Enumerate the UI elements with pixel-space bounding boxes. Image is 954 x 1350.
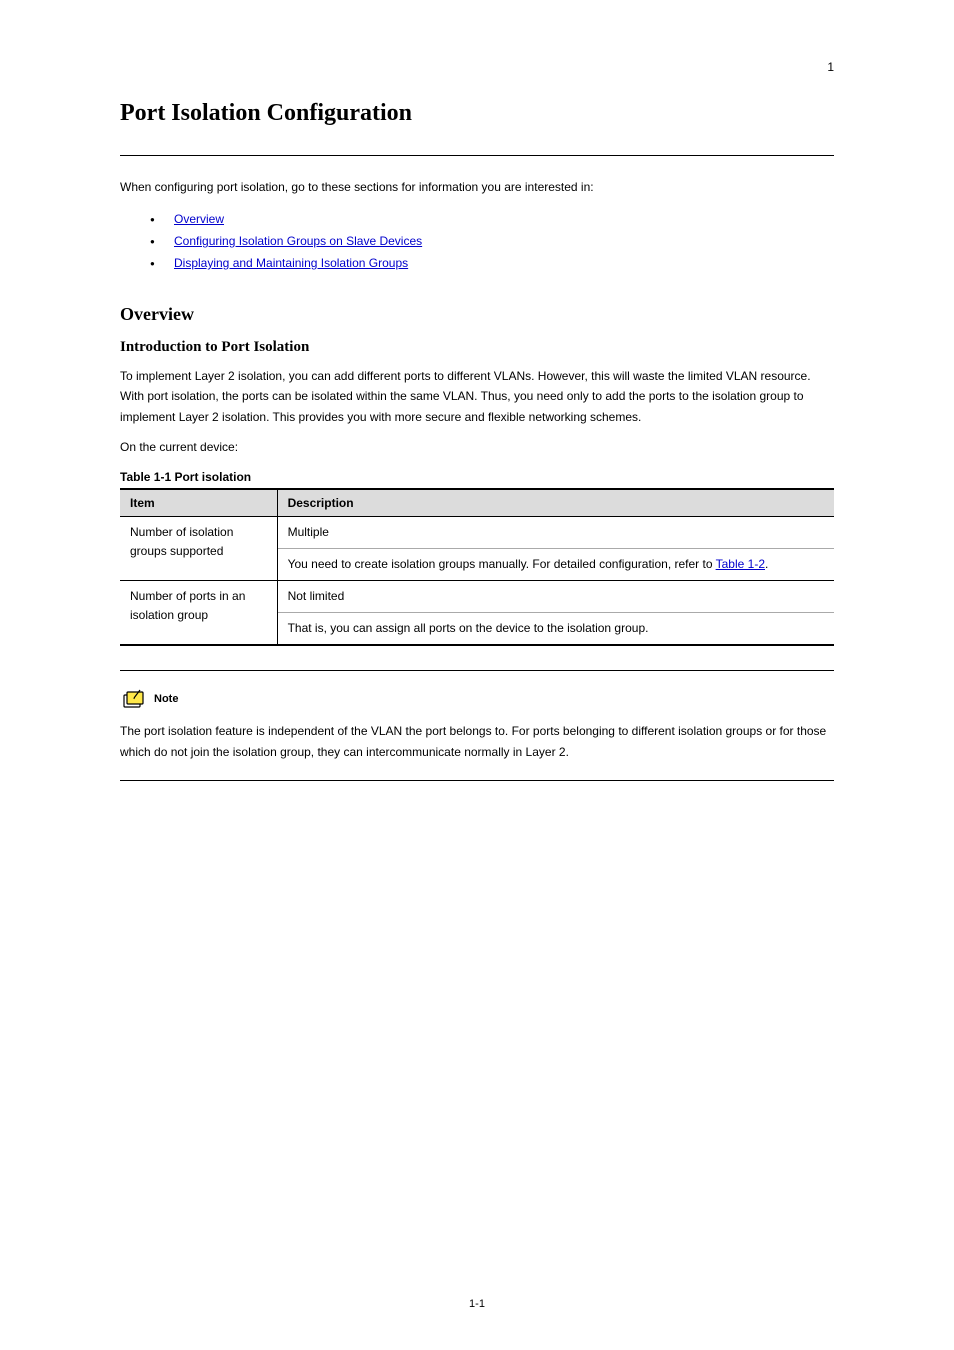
- paragraph-2: On the current device:: [120, 437, 834, 457]
- toc-item: Overview: [150, 208, 834, 230]
- table-row: Number of ports in an isolation group No…: [120, 580, 834, 612]
- table-caption: Table 1-1 Port isolation: [120, 470, 834, 484]
- toc-item: Displaying and Maintaining Isolation Gro…: [150, 252, 834, 274]
- toc-list: Overview Configuring Isolation Groups on…: [150, 208, 834, 274]
- table-cell-desc: Multiple: [277, 516, 834, 548]
- table-cell-item: Number of ports in an isolation group: [120, 580, 277, 645]
- table-header-description: Description: [277, 489, 834, 517]
- table-cell-item: Number of isolation groups supported: [120, 516, 277, 580]
- table-header-item: Item: [120, 489, 277, 517]
- paragraph-1: To implement Layer 2 isolation, you can …: [120, 366, 834, 427]
- chapter-title: Port Isolation Configuration: [120, 100, 834, 127]
- section-overview: Overview: [120, 304, 834, 325]
- toc-link-config[interactable]: Configuring Isolation Groups on Slave De…: [174, 234, 422, 248]
- port-isolation-table: Item Description Number of isolation gro…: [120, 488, 834, 647]
- title-divider: [120, 155, 834, 156]
- table-cell-desc: That is, you can assign all ports on the…: [277, 613, 834, 646]
- toc-link-overview[interactable]: Overview: [174, 212, 224, 226]
- table-cell-desc: Not limited: [277, 580, 834, 612]
- toc-link-display[interactable]: Displaying and Maintaining Isolation Gro…: [174, 256, 408, 270]
- table-cell-desc: You need to create isolation groups manu…: [277, 548, 834, 580]
- page-number-top: 1: [827, 60, 834, 74]
- table-row: Number of isolation groups supported Mul…: [120, 516, 834, 548]
- toc-item: Configuring Isolation Groups on Slave De…: [150, 230, 834, 252]
- intro-line: When configuring port isolation, go to t…: [120, 180, 834, 194]
- note-icon: [120, 687, 148, 711]
- note-body: The port isolation feature is independen…: [120, 721, 834, 762]
- subsection-intro: Introduction to Port Isolation: [120, 339, 834, 356]
- table-desc-text: You need to create isolation groups manu…: [288, 557, 716, 571]
- table-link[interactable]: Table 1-2: [716, 557, 765, 571]
- note-label: Note: [154, 693, 178, 705]
- note-block: Note The port isolation feature is indep…: [120, 670, 834, 781]
- page-number-bottom: 1-1: [0, 1298, 954, 1310]
- note-header: Note: [120, 687, 834, 711]
